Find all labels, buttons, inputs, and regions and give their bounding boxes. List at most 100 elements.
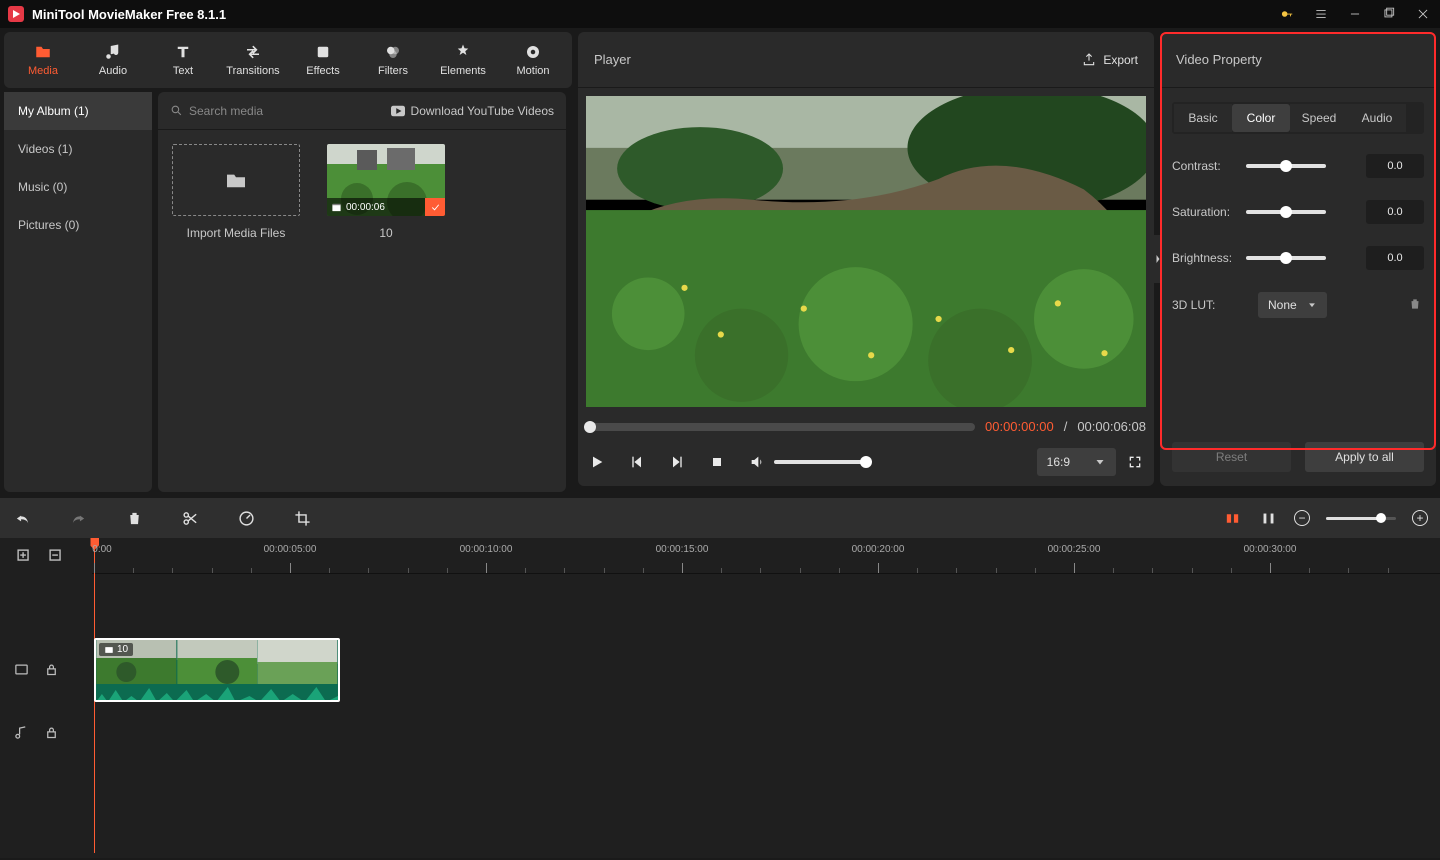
- ruler-t1: 00:00:05:00: [264, 544, 317, 555]
- contrast-slider[interactable]: [1246, 164, 1326, 168]
- timeline-clip[interactable]: 10: [94, 638, 340, 702]
- media-sidebar: My Album (1) Videos (1) Music (0) Pictur…: [4, 92, 152, 492]
- prop-tab-color[interactable]: Color: [1232, 104, 1290, 132]
- fullscreen-button[interactable]: [1126, 453, 1144, 471]
- tab-effects[interactable]: Effects: [288, 32, 358, 88]
- overlay-lane[interactable]: [92, 574, 1440, 634]
- brightness-thumb[interactable]: [1280, 252, 1292, 264]
- ruler-t4: 00:00:20:00: [852, 544, 905, 555]
- aspect-ratio-select[interactable]: 16:9: [1037, 448, 1116, 476]
- minimize-icon[interactable]: [1346, 5, 1364, 23]
- tab-motion[interactable]: Motion: [498, 32, 568, 88]
- play-button[interactable]: [588, 453, 606, 471]
- lut-delete-button[interactable]: [1408, 297, 1424, 313]
- brightness-slider[interactable]: [1246, 256, 1326, 260]
- audio-track-lock[interactable]: [44, 725, 60, 741]
- tab-transitions[interactable]: Transitions: [218, 32, 288, 88]
- contrast-thumb[interactable]: [1280, 160, 1292, 172]
- clip-duration: 00:00:06: [346, 202, 385, 213]
- video-lane[interactable]: 10: [92, 634, 1440, 706]
- export-label: Export: [1103, 53, 1138, 67]
- tab-effects-label: Effects: [306, 65, 339, 77]
- tab-text[interactable]: Text: [148, 32, 218, 88]
- zoom-thumb[interactable]: [1376, 513, 1386, 523]
- undo-button[interactable]: [12, 508, 32, 528]
- tab-audio[interactable]: Audio: [78, 32, 148, 88]
- stop-button[interactable]: [708, 453, 726, 471]
- export-button[interactable]: Export: [1081, 52, 1138, 68]
- saturation-value[interactable]: 0.0: [1366, 200, 1424, 224]
- timeline: − + 0:00 00:00:05:00 00:00:10:00 00:00:1…: [0, 498, 1440, 858]
- scrub-bar[interactable]: [586, 423, 975, 431]
- aspect-value: 16:9: [1047, 455, 1070, 469]
- property-panel: Video Property Basic Color Speed Audio C…: [1160, 32, 1436, 486]
- contrast-value[interactable]: 0.0: [1366, 154, 1424, 178]
- saturation-slider[interactable]: [1246, 210, 1326, 214]
- saturation-label: Saturation:: [1172, 205, 1236, 219]
- volume-slider[interactable]: [774, 460, 866, 464]
- time-sep: /: [1064, 419, 1068, 434]
- prop-tab-speed[interactable]: Speed: [1290, 104, 1348, 132]
- tab-elements-label: Elements: [440, 65, 486, 77]
- add-track-button[interactable]: [14, 546, 34, 566]
- audio-lane[interactable]: [92, 706, 1440, 760]
- prev-frame-button[interactable]: [628, 453, 646, 471]
- player-panel: Player Export: [578, 32, 1154, 486]
- speed-button[interactable]: [236, 508, 256, 528]
- audio-track-icon[interactable]: [14, 725, 30, 741]
- media-area: Search media Download YouTube Videos Imp…: [158, 92, 566, 492]
- volume-icon[interactable]: [748, 453, 766, 471]
- clip-added-badge: [425, 198, 445, 216]
- video-track-icon[interactable]: [14, 662, 30, 678]
- tab-media-label: Media: [28, 65, 58, 77]
- reset-button[interactable]: Reset: [1172, 442, 1291, 472]
- tab-motion-label: Motion: [516, 65, 549, 77]
- split-button[interactable]: [180, 508, 200, 528]
- clip-badge-label: 10: [117, 644, 128, 655]
- zoom-in-button[interactable]: +: [1412, 510, 1428, 526]
- close-icon[interactable]: [1414, 5, 1432, 23]
- menu-icon[interactable]: [1312, 5, 1330, 23]
- license-key-icon[interactable]: [1278, 5, 1296, 23]
- redo-button[interactable]: [68, 508, 88, 528]
- delete-button[interactable]: [124, 508, 144, 528]
- sidebar-my-album[interactable]: My Album (1): [4, 92, 152, 130]
- brightness-value[interactable]: 0.0: [1366, 246, 1424, 270]
- video-track-lock[interactable]: [44, 662, 60, 678]
- tab-filters-label: Filters: [378, 65, 408, 77]
- zoom-out-button[interactable]: −: [1294, 510, 1310, 526]
- video-preview[interactable]: [586, 96, 1146, 407]
- tab-elements[interactable]: Elements: [428, 32, 498, 88]
- next-frame-button[interactable]: [668, 453, 686, 471]
- zoom-slider[interactable]: [1326, 517, 1396, 520]
- sidebar-videos[interactable]: Videos (1): [4, 130, 152, 168]
- prop-tab-basic[interactable]: Basic: [1174, 104, 1232, 132]
- lut-select[interactable]: None: [1258, 292, 1327, 318]
- crop-button[interactable]: [292, 508, 312, 528]
- ruler-t0: 0:00: [92, 544, 111, 555]
- marker-button[interactable]: [1222, 508, 1242, 528]
- collapse-panel-button[interactable]: [1150, 235, 1166, 283]
- magnet-button[interactable]: [1258, 508, 1278, 528]
- maximize-icon[interactable]: [1380, 5, 1398, 23]
- tab-filters[interactable]: Filters: [358, 32, 428, 88]
- sidebar-pictures[interactable]: Pictures (0): [4, 206, 152, 244]
- search-media[interactable]: Search media: [170, 104, 263, 118]
- tab-transitions-label: Transitions: [226, 65, 279, 77]
- import-media-button[interactable]: [172, 144, 300, 216]
- clip-name: 10: [379, 226, 392, 240]
- scrub-thumb[interactable]: [584, 421, 596, 433]
- ruler-t5: 00:00:25:00: [1048, 544, 1101, 555]
- download-youtube-link[interactable]: Download YouTube Videos: [391, 104, 554, 118]
- apply-to-all-button[interactable]: Apply to all: [1305, 442, 1424, 472]
- remove-track-button[interactable]: [46, 546, 66, 566]
- media-clip[interactable]: 00:00:06: [327, 144, 445, 216]
- app-title: MiniTool MovieMaker Free 8.1.1: [32, 7, 226, 22]
- saturation-thumb[interactable]: [1280, 206, 1292, 218]
- prop-tab-audio[interactable]: Audio: [1348, 104, 1406, 132]
- volume-thumb[interactable]: [860, 456, 872, 468]
- time-ruler[interactable]: 0:00 00:00:05:00 00:00:10:00 00:00:15:00…: [92, 538, 1440, 574]
- sidebar-music[interactable]: Music (0): [4, 168, 152, 206]
- tab-text-label: Text: [173, 65, 193, 77]
- tab-media[interactable]: Media: [8, 32, 78, 88]
